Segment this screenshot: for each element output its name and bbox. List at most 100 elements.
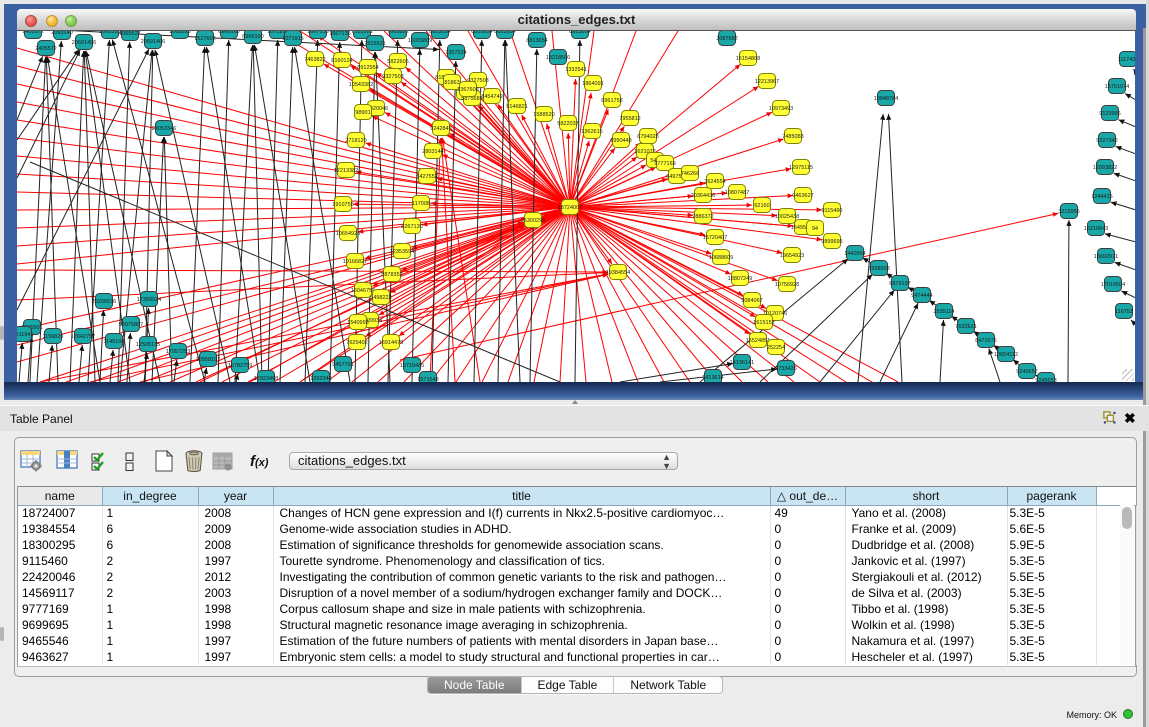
svg-text:12213967: 12213967 xyxy=(755,79,779,85)
svg-text:17016504: 17016504 xyxy=(1101,282,1125,288)
svg-text:10543382: 10543382 xyxy=(349,82,373,88)
svg-text:8813054: 8813054 xyxy=(429,31,450,35)
svg-text:6966160: 6966160 xyxy=(242,34,263,40)
svg-text:5822605: 5822605 xyxy=(387,59,408,65)
svg-text:15716485: 15716485 xyxy=(400,363,424,369)
svg-text:10654112: 10654112 xyxy=(994,352,1018,358)
svg-text:9777169: 9777169 xyxy=(654,161,675,167)
svg-text:1667135: 1667135 xyxy=(307,31,328,35)
svg-text:9227342: 9227342 xyxy=(1096,138,1117,144)
svg-text:1244415: 1244415 xyxy=(1091,194,1112,200)
svg-text:10848784: 10848784 xyxy=(874,96,898,102)
svg-text:6966160: 6966160 xyxy=(218,31,239,35)
svg-text:20691406: 20691406 xyxy=(141,39,165,45)
svg-text:1540993: 1540993 xyxy=(347,320,368,326)
svg-text:1332541: 1332541 xyxy=(565,67,586,73)
svg-text:16210643: 16210643 xyxy=(1084,226,1108,232)
svg-text:8813054: 8813054 xyxy=(471,31,492,35)
svg-text:252254: 252254 xyxy=(767,345,785,351)
svg-text:9457791: 9457791 xyxy=(332,362,353,368)
svg-text:116753: 116753 xyxy=(1115,309,1133,315)
svg-text:1733426: 1733426 xyxy=(775,366,796,372)
svg-text:9245653: 9245653 xyxy=(1035,378,1056,382)
svg-text:3215955: 3215955 xyxy=(1058,209,1079,215)
svg-text:117008: 117008 xyxy=(412,201,430,207)
svg-text:8813054: 8813054 xyxy=(526,38,547,44)
svg-text:1065527: 1065527 xyxy=(119,31,140,37)
svg-text:6879197: 6879197 xyxy=(889,281,910,287)
svg-text:2803144: 2803144 xyxy=(422,149,443,155)
svg-text:12353594: 12353594 xyxy=(390,249,414,255)
svg-text:9129966: 9129966 xyxy=(1099,111,1120,117)
svg-text:12975115: 12975115 xyxy=(789,165,813,171)
svg-text:18807249: 18807249 xyxy=(728,276,752,282)
svg-text:17359924: 17359924 xyxy=(137,297,161,303)
svg-text:81863: 81863 xyxy=(444,80,459,86)
svg-text:1413614: 1413614 xyxy=(702,375,723,381)
svg-text:15692971: 15692971 xyxy=(1094,254,1118,260)
svg-text:9327503: 9327503 xyxy=(382,74,403,80)
svg-text:8471676: 8471676 xyxy=(975,338,996,344)
svg-text:7357224: 7357224 xyxy=(445,50,466,56)
svg-text:746266: 746266 xyxy=(681,171,699,177)
svg-text:7632621: 7632621 xyxy=(955,324,976,330)
svg-text:8160124: 8160124 xyxy=(331,58,352,64)
svg-text:5498222: 5498222 xyxy=(370,295,391,301)
svg-text:20364436: 20364436 xyxy=(691,193,715,199)
svg-text:25300295: 25300295 xyxy=(521,218,545,224)
svg-text:10958107: 10958107 xyxy=(196,357,220,363)
svg-text:3624554: 3624554 xyxy=(704,179,725,185)
svg-text:98901: 98901 xyxy=(355,110,370,116)
svg-text:1527602: 1527602 xyxy=(194,36,215,42)
svg-text:12923468: 12923468 xyxy=(254,376,278,382)
svg-text:1405572: 1405572 xyxy=(22,31,43,35)
svg-text:1071915: 1071915 xyxy=(282,36,303,42)
svg-text:6794028: 6794028 xyxy=(637,134,658,140)
svg-text:18724007: 18724007 xyxy=(558,205,582,211)
svg-text:9115460: 9115460 xyxy=(821,208,842,214)
svg-text:16046756: 16046756 xyxy=(351,288,375,294)
svg-text:10807487: 10807487 xyxy=(725,190,749,196)
svg-text:19654923: 19654923 xyxy=(780,253,804,259)
svg-text:19166827: 19166827 xyxy=(343,259,367,265)
svg-text:1145194: 1145194 xyxy=(103,339,124,345)
svg-text:3911941: 3911941 xyxy=(17,332,34,338)
svg-text:8427552: 8427552 xyxy=(416,174,437,180)
svg-text:93975887: 93975887 xyxy=(119,322,143,328)
svg-text:8912954: 8912954 xyxy=(357,65,378,71)
svg-text:10654925: 10654925 xyxy=(336,231,360,237)
svg-text:7955812: 7955812 xyxy=(619,116,640,122)
svg-text:9899695: 9899695 xyxy=(821,239,842,245)
svg-text:1065526: 1065526 xyxy=(99,31,120,35)
svg-text:16524851: 16524851 xyxy=(746,338,770,344)
svg-text:7515521: 7515521 xyxy=(364,41,385,47)
svg-text:5822037: 5822037 xyxy=(557,121,578,127)
svg-text:6961758: 6961758 xyxy=(601,98,622,104)
svg-text:1440954: 1440954 xyxy=(844,251,865,257)
svg-text:9245652: 9245652 xyxy=(1016,369,1037,375)
svg-text:1156829: 1156829 xyxy=(42,334,63,340)
svg-text:10688609: 10688609 xyxy=(709,255,733,261)
svg-text:9463627: 9463627 xyxy=(792,193,813,199)
svg-text:20206536: 20206536 xyxy=(92,299,116,305)
svg-text:1588520: 1588520 xyxy=(533,112,554,118)
svg-text:94: 94 xyxy=(812,226,818,232)
svg-text:1667135: 1667135 xyxy=(329,31,350,37)
svg-text:10756928: 10756928 xyxy=(775,282,799,288)
svg-text:15720407: 15720407 xyxy=(703,235,727,241)
svg-text:2935114: 2935114 xyxy=(933,309,954,315)
svg-text:6990448: 6990448 xyxy=(610,138,631,144)
svg-text:7625402: 7625402 xyxy=(346,340,367,346)
svg-text:1117432: 1117432 xyxy=(1118,57,1135,63)
svg-text:1864091: 1864091 xyxy=(582,81,603,87)
svg-text:2405572: 2405572 xyxy=(35,46,56,52)
svg-text:19218506: 19218506 xyxy=(546,55,570,61)
svg-text:12942757: 12942757 xyxy=(71,334,95,340)
svg-text:14136141: 14136141 xyxy=(730,360,754,366)
svg-text:2093140: 2093140 xyxy=(51,31,72,36)
svg-text:1615152: 1615152 xyxy=(753,320,774,326)
svg-text:1065528: 1065528 xyxy=(169,31,190,35)
svg-text:8454749: 8454749 xyxy=(481,94,502,100)
svg-text:7663822: 7663822 xyxy=(387,31,408,35)
svg-text:7515521: 7515521 xyxy=(351,31,372,35)
